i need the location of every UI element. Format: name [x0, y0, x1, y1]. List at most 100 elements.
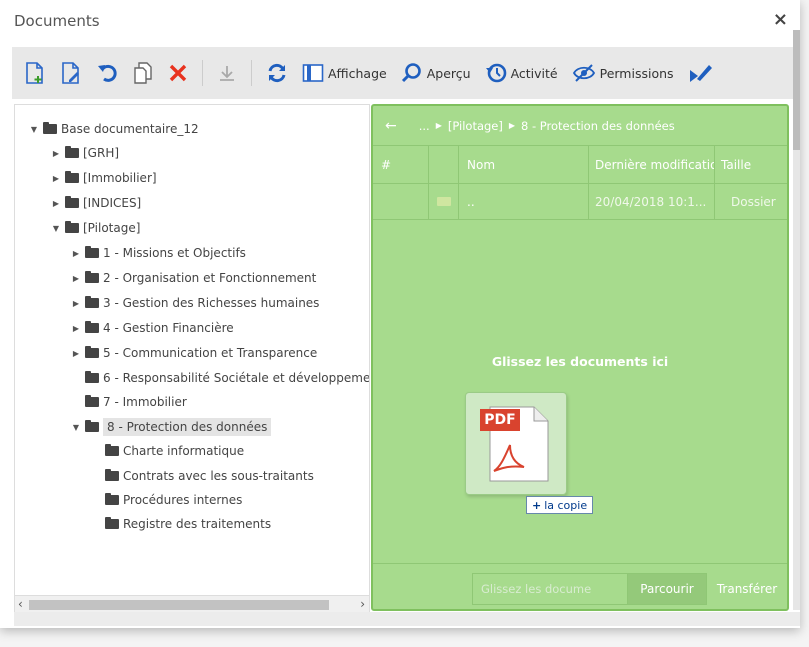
tree-node-c4[interactable]: Registre des traitements — [91, 514, 271, 534]
cell-modified: 20/04/2018 10:1... — [589, 184, 715, 219]
expand-arrow-icon[interactable]: ▶ — [71, 274, 81, 283]
expand-arrow-icon[interactable]: ▶ — [51, 199, 61, 208]
parent-folder-icon — [437, 197, 451, 206]
expand-arrow-icon[interactable]: ▶ — [71, 299, 81, 308]
preview-label: Aperçu — [426, 65, 471, 81]
breadcrumb-parent[interactable]: [Pilotage] — [448, 119, 503, 133]
preview-button[interactable]: Aperçu — [401, 62, 471, 84]
breadcrumb: ← ... ▶ [Pilotage] ▶ 8 - Protection des … — [373, 106, 787, 146]
edit-file-button[interactable] — [60, 61, 82, 85]
more-button[interactable] — [688, 62, 714, 84]
tree-node-p2[interactable]: ▶ 2 - Organisation et Fonctionnement — [71, 268, 316, 288]
scroll-right-icon[interactable]: › — [360, 597, 365, 611]
column-header-size[interactable]: Taille — [715, 146, 787, 183]
tree-node-label: [Immobilier] — [83, 171, 157, 185]
tree-node-p3[interactable]: ▶ 3 - Gestion des Richesses humaines — [71, 293, 319, 313]
expand-arrow-icon[interactable]: ▶ — [71, 324, 81, 333]
tree-node-label: [GRH] — [83, 146, 120, 160]
upload-button[interactable]: Transférer — [707, 573, 787, 605]
folder-icon — [105, 444, 119, 456]
tree-node-c3[interactable]: Procédures internes — [91, 490, 242, 510]
breadcrumb-current: 8 - Protection des données — [521, 118, 675, 133]
upload-input[interactable]: Glissez les docume — [472, 573, 628, 605]
tree-node-c2[interactable]: Contrats avec les sous-traitants — [91, 466, 314, 486]
browse-button[interactable]: Parcourir — [627, 573, 707, 605]
undo-button[interactable] — [96, 62, 118, 84]
column-header-name[interactable]: Nom — [459, 146, 589, 183]
folder-tree-content: ▼ Base documentaire_12 ▶ [GRH] ▶ [Immobi… — [15, 105, 370, 595]
column-header-icon — [429, 146, 459, 183]
back-arrow-icon[interactable]: ← — [385, 118, 397, 134]
breadcrumb-ellipsis[interactable]: ... — [419, 119, 430, 133]
close-button[interactable]: × — [773, 9, 788, 30]
drag-copy-tooltip: + la copie — [526, 496, 594, 514]
breadcrumb-separator-icon: ▶ — [435, 121, 442, 130]
activity-button[interactable]: Activité — [485, 62, 558, 84]
tree-node-pilotage[interactable]: ▼ [Pilotage] — [51, 218, 140, 238]
tree-node-label: Charte informatique — [123, 444, 245, 458]
permissions-button[interactable]: Permissions — [572, 63, 674, 83]
tree-node-root[interactable]: ▼ Base documentaire_12 — [29, 119, 199, 139]
history-icon — [485, 63, 506, 83]
collapse-arrow-icon[interactable]: ▼ — [51, 224, 61, 233]
new-file-button[interactable] — [24, 61, 46, 85]
tree-node-grh[interactable]: ▶ [GRH] — [51, 143, 119, 163]
folder-icon — [105, 469, 119, 481]
documents-window: Documents × Affichage Aperçu Activité Pe… — [0, 0, 800, 628]
undo-icon — [98, 64, 117, 82]
tree-node-p6[interactable]: 6 - Responsabilité Sociétale et développ… — [71, 368, 370, 388]
vertical-scrollbar[interactable] — [793, 30, 800, 610]
folder-icon — [43, 122, 57, 134]
delete-button[interactable] — [168, 63, 188, 83]
scrollbar-thumb[interactable] — [29, 600, 329, 610]
collapse-arrow-icon[interactable]: ▼ — [71, 423, 81, 432]
tree-node-indices[interactable]: ▶ [INDICES] — [51, 193, 141, 213]
expand-arrow-icon[interactable]: ▶ — [51, 149, 61, 158]
dragged-pdf-file[interactable]: PDF — [465, 392, 567, 495]
tree-node-c1[interactable]: Charte informatique — [91, 441, 244, 461]
folder-icon — [65, 196, 79, 208]
plus-icon: + — [532, 498, 542, 512]
window-title: Documents — [14, 12, 100, 30]
cell-size: Dossier — [731, 194, 776, 209]
horizontal-scrollbar[interactable]: ‹ › — [15, 595, 369, 613]
tree-node-p1[interactable]: ▶ 1 - Missions et Objectifs — [71, 243, 246, 263]
expand-arrow-icon[interactable]: ▶ — [51, 174, 61, 183]
tree-node-label: 4 - Gestion Financière — [103, 321, 234, 335]
tree-node-p7[interactable]: 7 - Immobilier — [71, 392, 187, 412]
download-button[interactable] — [217, 63, 237, 83]
tree-node-label: Contrats avec les sous-traitants — [123, 469, 314, 483]
breadcrumb-separator-icon: ▶ — [508, 121, 516, 130]
tree-node-p5[interactable]: ▶ 5 - Communication et Transparence — [71, 343, 317, 363]
table-row[interactable]: .. 20/04/2018 10:1... Dossier — [373, 184, 787, 220]
toolbar-separator — [202, 60, 203, 86]
column-header-modified[interactable]: Dernière modificatio — [589, 146, 715, 183]
tree-node-label: 5 - Communication et Transparence — [103, 346, 318, 360]
tree-node-label: [INDICES] — [83, 196, 142, 210]
folder-tree[interactable]: ▼ Base documentaire_12 ▶ [GRH] ▶ [Immobi… — [14, 104, 370, 614]
refresh-button[interactable] — [266, 62, 288, 84]
folder-icon — [65, 146, 79, 158]
tree-node-p4[interactable]: ▶ 4 - Gestion Financière — [71, 318, 234, 338]
bottom-scroll-area — [14, 612, 800, 626]
toolbar-separator — [251, 60, 252, 86]
collapse-arrow-icon[interactable]: ▼ — [29, 125, 39, 134]
folder-icon — [85, 395, 99, 407]
tree-node-label: 6 - Responsabilité Sociétale et développ… — [103, 371, 370, 385]
display-label: Affichage — [328, 65, 387, 81]
expand-arrow-icon[interactable]: ▶ — [71, 249, 81, 258]
new-file-icon — [26, 62, 43, 84]
copy-button[interactable] — [132, 61, 154, 85]
scroll-left-icon[interactable]: ‹ — [18, 597, 23, 611]
tree-node-label: 7 - Immobilier — [103, 395, 187, 409]
tree-node-label: Procédures internes — [123, 493, 243, 507]
file-drop-zone[interactable]: ← ... ▶ [Pilotage] ▶ 8 - Protection des … — [371, 104, 789, 611]
column-header-num[interactable]: # — [373, 146, 429, 183]
display-button[interactable]: Affichage — [302, 63, 387, 83]
tree-node-p8[interactable]: ▼ 8 - Protection des données — [71, 417, 272, 437]
pdf-file-icon — [480, 406, 549, 482]
scrollbar-thumb[interactable] — [793, 30, 800, 150]
tree-node-immobilier[interactable]: ▶ [Immobilier] — [51, 168, 157, 188]
folder-icon — [85, 420, 99, 432]
expand-arrow-icon[interactable]: ▶ — [71, 349, 81, 358]
